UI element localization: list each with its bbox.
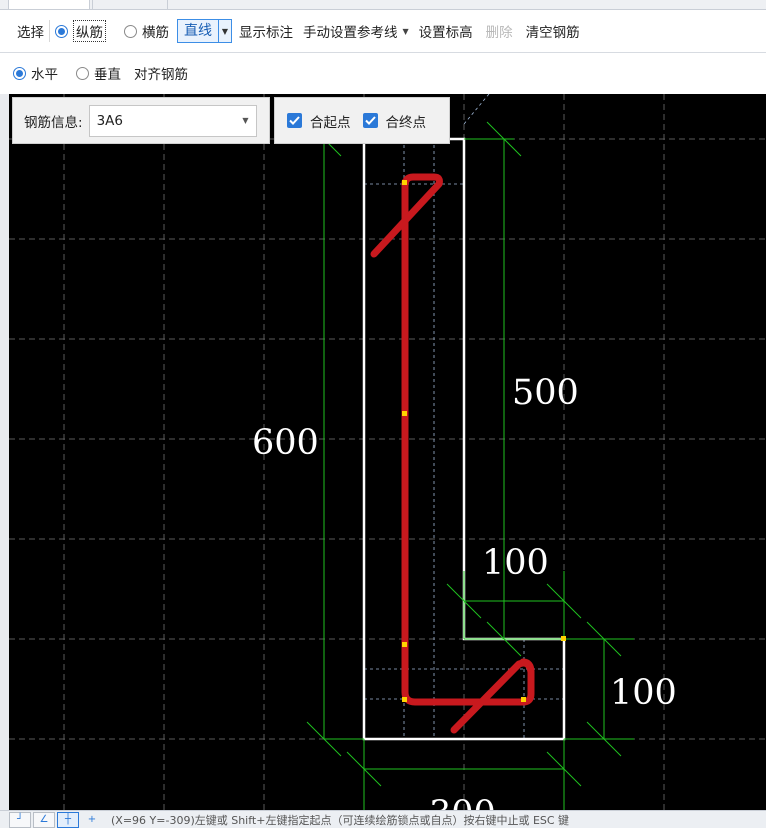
align-rebar-button[interactable]: 对齐钢筋 (134, 63, 188, 83)
dim-300-label: 300 (429, 794, 496, 810)
chevron-down-icon: ▼ (402, 26, 409, 36)
rebar-info-value: 3A6 (96, 112, 123, 129)
delete-button[interactable]: 删除 (486, 21, 513, 41)
line-type-combo[interactable]: 直线 ▼ (177, 19, 232, 43)
section-drawing: 600 500 100 100 300 (9, 94, 766, 810)
radio-empty-icon (124, 24, 137, 38)
radio-longitudinal[interactable]: 纵筋 (55, 20, 106, 42)
dim-600-label: 600 (252, 423, 319, 463)
polar-mode-icon[interactable]: ∠ (33, 811, 55, 828)
dim-100-horizontal-label: 100 (482, 543, 549, 583)
radio-selected-icon (55, 24, 68, 38)
radio-horizontal[interactable]: 水平 (13, 63, 58, 83)
checkmark-icon (362, 113, 378, 128)
ortho-mode-icon[interactable]: ┘ (9, 811, 31, 828)
chevron-down-icon[interactable]: ▼ (218, 20, 231, 42)
include-start-label: 合起点 (310, 114, 351, 131)
radio-vertical[interactable]: 垂直 (76, 63, 121, 83)
toolbar-divider (49, 20, 50, 42)
dim-500-label: 500 (512, 373, 579, 413)
rebar-info-select[interactable]: 3A6 ▼ (88, 104, 257, 137)
select-button[interactable]: 选择 (17, 21, 44, 41)
set-elevation-button[interactable]: 设置标高 (419, 21, 473, 41)
drawing-canvas[interactable]: 600 500 100 100 300 (9, 94, 766, 810)
manual-reference-dropdown[interactable]: 手动设置参考线 ▼ (303, 21, 409, 41)
radio-selected-icon (13, 66, 26, 80)
radio-vertical-label: 垂直 (94, 67, 121, 83)
tab-other[interactable] (92, 0, 168, 10)
include-end-label: 合终点 (385, 114, 427, 131)
checkmark-icon (287, 113, 302, 128)
radio-empty-icon (76, 66, 89, 80)
manual-reference-label: 手动设置参考线 (303, 25, 398, 41)
radio-transverse-label: 横筋 (142, 25, 169, 41)
clear-rebar-button[interactable]: 清空钢筋 (526, 21, 580, 41)
rebar-points (402, 180, 566, 702)
radio-horizontal-label: 水平 (31, 67, 58, 83)
chevron-down-icon: ▼ (242, 116, 249, 125)
top-tab-strip (0, 0, 766, 10)
snap-mode-icon[interactable]: ┼ (57, 811, 79, 828)
rebar-path (401, 178, 535, 706)
direction-toolbar: 水平 垂直 对齐钢筋 (0, 53, 766, 93)
status-text: (X=96 Y=-309)左键或 Shift+左键指定起点（可连续绘筋锁点或自点… (111, 813, 570, 827)
tab-section-edit[interactable] (8, 0, 90, 10)
include-start-checkbox[interactable]: 合起点 (287, 111, 351, 131)
radio-transverse[interactable]: 横筋 (124, 21, 169, 41)
radio-longitudinal-label: 纵筋 (73, 20, 106, 42)
rebar-info-label: 钢筋信息: (24, 114, 83, 131)
dimension-lines (306, 121, 634, 810)
edit-toolbar: 选择 纵筋 横筋 直线 ▼ 显示标注 手动设置参考线 ▼ 设置标高 删除 清空钢… (0, 10, 766, 53)
add-point-icon[interactable]: + (81, 812, 103, 828)
include-end-checkbox[interactable]: 合终点 (362, 111, 427, 131)
show-labels-button[interactable]: 显示标注 (239, 21, 293, 41)
rebar-info-panel: 钢筋信息: 3A6 ▼ (12, 97, 270, 144)
line-type-value: 直线 (184, 23, 212, 39)
status-bar: ┘ ∠ ┼ + (X=96 Y=-309)左键或 Shift+左键指定起点（可连… (0, 810, 766, 828)
endpoint-options-panel: 合起点 合终点 (274, 97, 450, 144)
dim-100-vertical-label: 100 (610, 673, 677, 713)
rebar-bottom-hook (450, 659, 535, 734)
